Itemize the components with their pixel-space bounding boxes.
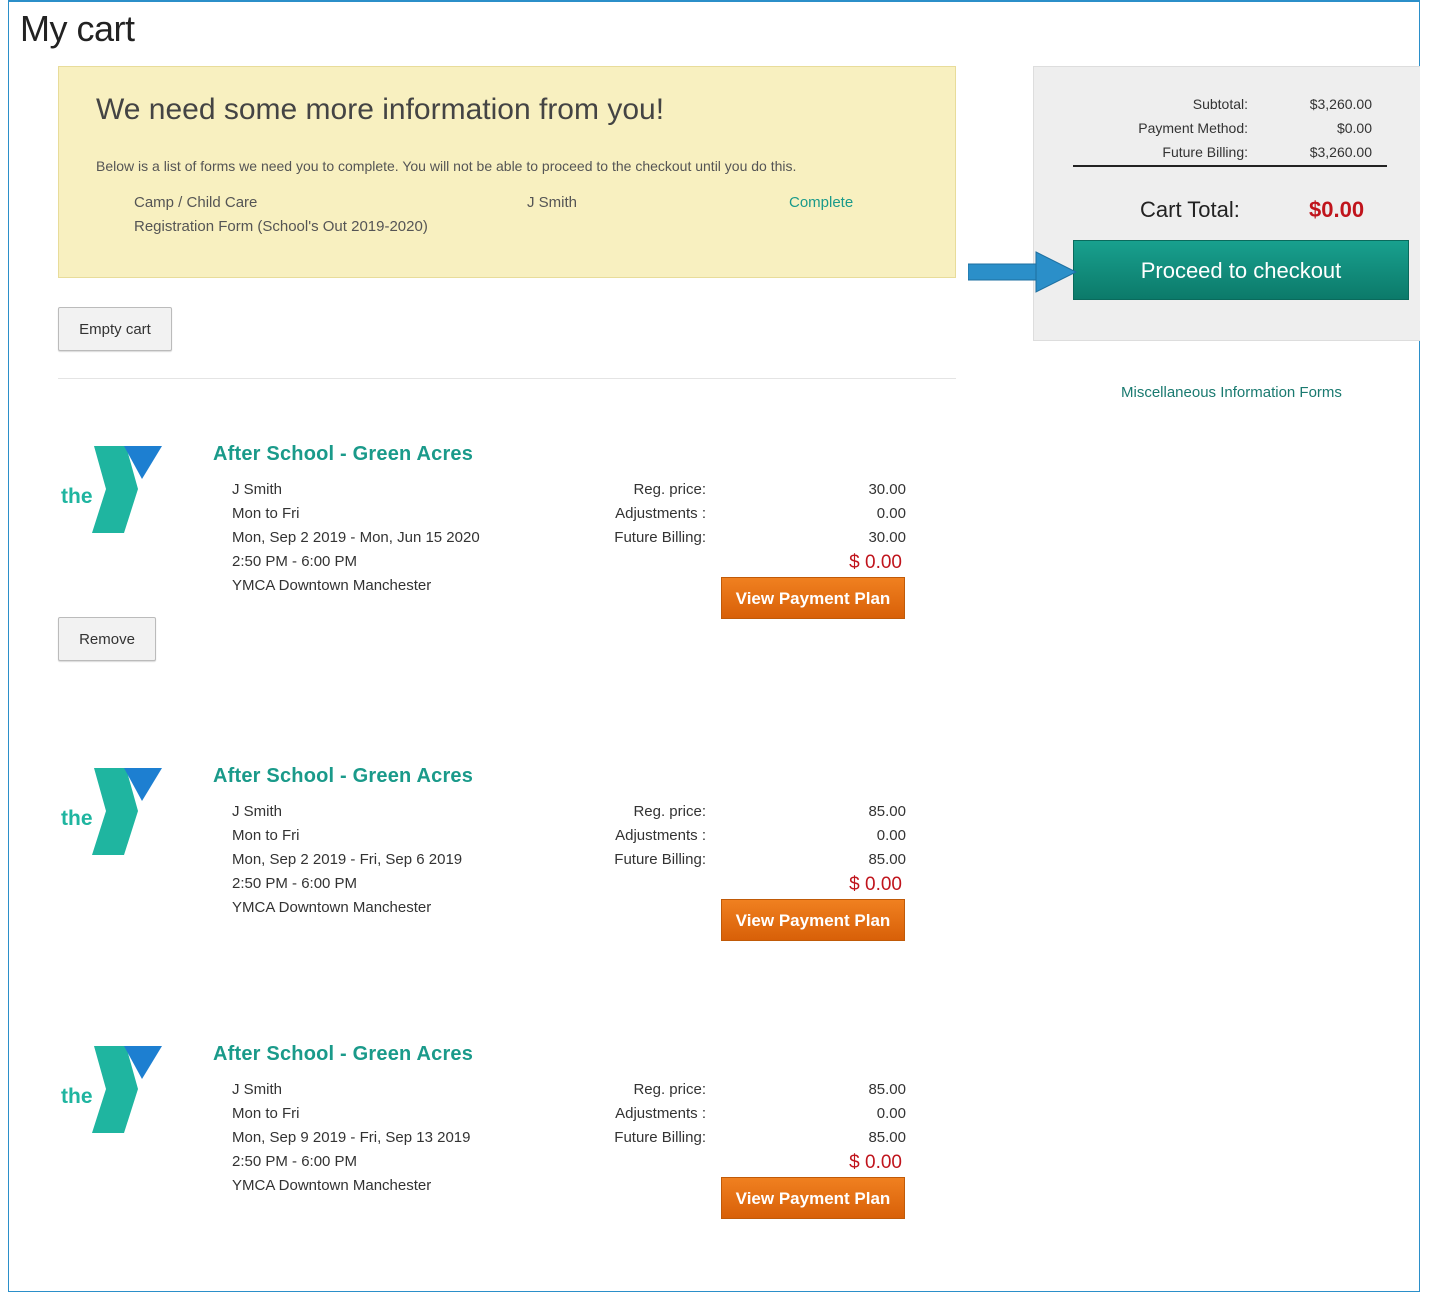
cart-item: the After School - Green Acres J Smith M… — [58, 765, 918, 985]
item-participant: J Smith — [232, 481, 283, 498]
empty-cart-button[interactable]: Empty cart — [58, 307, 172, 351]
misc-info-forms-link[interactable]: Miscellaneous Information Forms — [1121, 384, 1342, 401]
reg-price-label: Reg. price: — [633, 481, 706, 498]
item-days: Mon to Fri — [232, 505, 300, 522]
item-location: YMCA Downtown Manchester — [232, 577, 432, 594]
payment-method-value: $0.00 — [1336, 120, 1372, 136]
future-billing-label: Future Billing: — [614, 851, 706, 868]
item-dates: Mon, Sep 2 2019 - Mon, Jun 15 2020 — [232, 529, 480, 546]
item-details: J Smith Mon to Fri Mon, Sep 2 2019 - Fri… — [232, 800, 462, 920]
cart-item: the After School - Green Acres J Smith M… — [58, 443, 918, 663]
section-divider — [58, 378, 956, 379]
adjustments-label: Adjustments : — [615, 505, 706, 522]
price-values: 85.00 0.00 85.00 — [818, 800, 906, 872]
item-details: J Smith Mon to Fri Mon, Sep 2 2019 - Mon… — [232, 478, 480, 598]
item-total: $ 0.00 — [849, 874, 902, 895]
adjustments-value: 0.00 — [876, 505, 906, 522]
item-title-link[interactable]: After School - Green Acres — [213, 765, 473, 788]
adjustments-value: 0.00 — [876, 827, 906, 844]
reg-price-value: 85.00 — [868, 1081, 906, 1098]
payment-method-label: Payment Method: — [1138, 120, 1248, 136]
item-details: J Smith Mon to Fri Mon, Sep 9 2019 - Fri… — [232, 1078, 470, 1198]
ymca-logo-icon: the — [61, 1046, 162, 1133]
reg-price-value: 85.00 — [868, 803, 906, 820]
item-dates: Mon, Sep 9 2019 - Fri, Sep 13 2019 — [232, 1129, 471, 1146]
item-time: 2:50 PM - 6:00 PM — [232, 875, 358, 892]
ymca-logo-icon: the — [61, 768, 162, 855]
notice-description: Below is a list of forms we need you to … — [96, 158, 797, 174]
future-billing-value: 30.00 — [868, 529, 906, 546]
future-billing-value: 85.00 — [868, 851, 906, 868]
reg-price-label: Reg. price: — [633, 803, 706, 820]
item-days: Mon to Fri — [232, 1105, 300, 1122]
item-total: $ 0.00 — [849, 552, 902, 573]
price-labels: Reg. price: Adjustments : Future Billing… — [578, 800, 706, 872]
view-payment-plan-button[interactable]: View Payment Plan — [721, 899, 905, 941]
cart-summary-panel: Subtotal: $3,260.00 Payment Method: $0.0… — [1033, 66, 1420, 341]
price-values: 30.00 0.00 30.00 — [818, 478, 906, 550]
item-time: 2:50 PM - 6:00 PM — [232, 1153, 358, 1170]
reg-price-value: 30.00 — [868, 481, 906, 498]
future-billing-label: Future Billing: — [614, 1129, 706, 1146]
price-labels: Reg. price: Adjustments : Future Billing… — [578, 1078, 706, 1150]
notice-heading: We need some more information from you! — [96, 93, 665, 126]
item-dates: Mon, Sep 2 2019 - Fri, Sep 6 2019 — [232, 851, 463, 868]
required-form-category: Camp / Child Care — [134, 194, 258, 211]
proceed-to-checkout-button[interactable]: Proceed to checkout — [1073, 240, 1409, 300]
view-payment-plan-button[interactable]: View Payment Plan — [721, 1177, 905, 1219]
adjustments-value: 0.00 — [876, 1105, 906, 1122]
required-form-status-link[interactable]: Complete — [789, 194, 853, 211]
future-billing-label: Future Billing: — [614, 529, 706, 546]
reg-price-label: Reg. price: — [633, 1081, 706, 1098]
required-form-participant: J Smith — [527, 194, 578, 211]
page-title: My cart — [20, 8, 135, 49]
item-total: $ 0.00 — [849, 1152, 902, 1173]
cart-item: the After School - Green Acres J Smith M… — [58, 1043, 918, 1263]
page-frame-top-border — [8, 0, 1420, 2]
item-participant: J Smith — [232, 803, 283, 820]
ymca-logo-icon: the — [61, 446, 162, 533]
price-labels: Reg. price: Adjustments : Future Billing… — [578, 478, 706, 550]
future-billing-value: 85.00 — [868, 1129, 906, 1146]
item-title-link[interactable]: After School - Green Acres — [213, 1043, 473, 1066]
ymca-logo-text: the — [61, 1085, 93, 1108]
ymca-logo-text: the — [61, 485, 93, 508]
item-location: YMCA Downtown Manchester — [232, 1177, 432, 1194]
subtotal-value: $3,260.00 — [1309, 96, 1372, 112]
price-values: 85.00 0.00 85.00 — [818, 1078, 906, 1150]
item-days: Mon to Fri — [232, 827, 300, 844]
info-required-notice: We need some more information from you! … — [58, 66, 956, 278]
remove-item-button[interactable]: Remove — [58, 617, 156, 661]
summary-total-rule — [1073, 165, 1387, 167]
item-location: YMCA Downtown Manchester — [232, 899, 432, 916]
subtotal-label: Subtotal: — [1192, 96, 1248, 112]
item-participant: J Smith — [232, 1081, 283, 1098]
cart-total-value: $0.00 — [1309, 197, 1365, 222]
adjustments-label: Adjustments : — [615, 827, 706, 844]
required-form-name: Registration Form (School's Out 2019-202… — [134, 218, 428, 235]
item-title-link[interactable]: After School - Green Acres — [213, 443, 473, 466]
cart-total-label: Cart Total: — [1140, 197, 1240, 222]
future-billing-label: Future Billing: — [1162, 144, 1248, 160]
arrow-right-icon — [968, 251, 1078, 293]
ymca-logo-text: the — [61, 807, 93, 830]
item-time: 2:50 PM - 6:00 PM — [232, 553, 358, 570]
adjustments-label: Adjustments : — [615, 1105, 706, 1122]
view-payment-plan-button[interactable]: View Payment Plan — [721, 577, 905, 619]
future-billing-value: $3,260.00 — [1309, 144, 1372, 160]
